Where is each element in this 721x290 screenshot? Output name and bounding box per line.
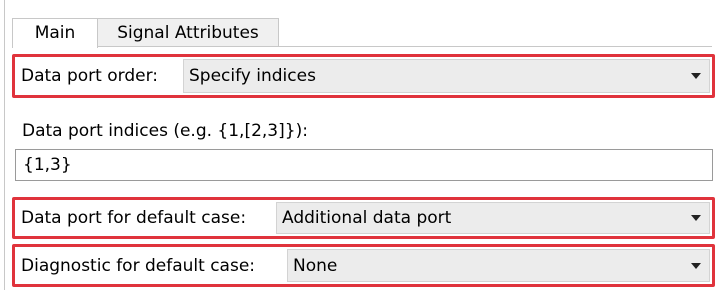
data-port-order-label: Data port order: <box>21 66 159 86</box>
chevron-down-icon <box>691 215 701 221</box>
chevron-down-icon <box>691 262 701 269</box>
tab-main-label: Main <box>34 23 76 43</box>
data-port-indices-input[interactable]: {1,3} <box>15 149 713 181</box>
data-port-order-dropdown[interactable]: Specify indices <box>183 59 710 93</box>
data-port-indices-value: {1,3} <box>23 155 72 175</box>
default-case-diagnostic-row: Diagnostic for default case: None <box>12 244 715 287</box>
tab-strip: Main Signal Attributes <box>0 0 721 48</box>
default-case-port-label: Data port for default case: <box>21 208 247 228</box>
data-port-order-row: Data port order: Specify indices <box>12 54 715 98</box>
default-case-port-value: Additional data port <box>282 208 452 228</box>
tab-signal-attributes-label: Signal Attributes <box>117 23 259 43</box>
tab-main[interactable]: Main <box>12 18 98 48</box>
tab-signal-attributes[interactable]: Signal Attributes <box>97 18 279 46</box>
default-case-port-dropdown[interactable]: Additional data port <box>276 202 710 234</box>
tab-divider <box>12 46 712 47</box>
block-parameters-panel: Main Signal Attributes Data port order: … <box>0 0 721 290</box>
default-case-diagnostic-label: Diagnostic for default case: <box>21 255 255 276</box>
chevron-down-icon <box>691 73 701 79</box>
default-case-diagnostic-dropdown[interactable]: None <box>287 249 710 282</box>
default-case-diagnostic-value: None <box>293 255 338 276</box>
default-case-port-row: Data port for default case: Additional d… <box>12 197 715 239</box>
data-port-order-value: Specify indices <box>189 66 316 86</box>
data-port-indices-label: Data port indices (e.g. {1,[2,3]}): <box>22 121 308 141</box>
